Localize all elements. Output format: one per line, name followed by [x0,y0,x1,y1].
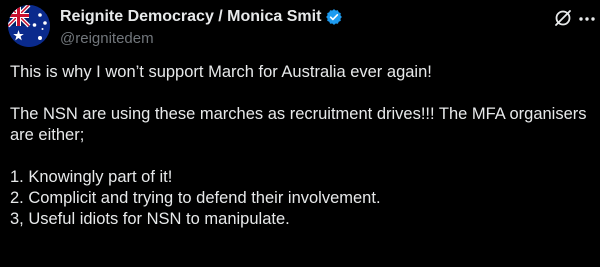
more-options-icon[interactable] [578,12,596,24]
australian-flag-avatar-icon [8,5,50,47]
post-header: Reignite Democracy / Monica Smit @reigni… [60,6,343,47]
post-text: This is why I won’t support March for Au… [10,62,595,230]
verified-badge-icon [325,8,343,26]
display-name[interactable]: Reignite Democracy / Monica Smit [60,8,321,26]
list-item: 3, Useful idiots for NSN to manipulate. [10,210,290,228]
post-line-1: This is why I won’t support March for Au… [10,63,432,81]
avatar[interactable] [8,5,50,47]
list-item: 1. Knowingly part of it! [10,168,173,186]
name-row: Reignite Democracy / Monica Smit [60,6,343,28]
user-handle[interactable]: @reignitedem [60,30,343,47]
post-paragraph-2: The NSN are using these marches as recru… [10,105,587,144]
grok-icon[interactable] [553,8,573,28]
tweet: Reignite Democracy / Monica Smit @reigni… [0,0,600,267]
list-item: 2. Complicit and trying to defend their … [10,189,381,207]
